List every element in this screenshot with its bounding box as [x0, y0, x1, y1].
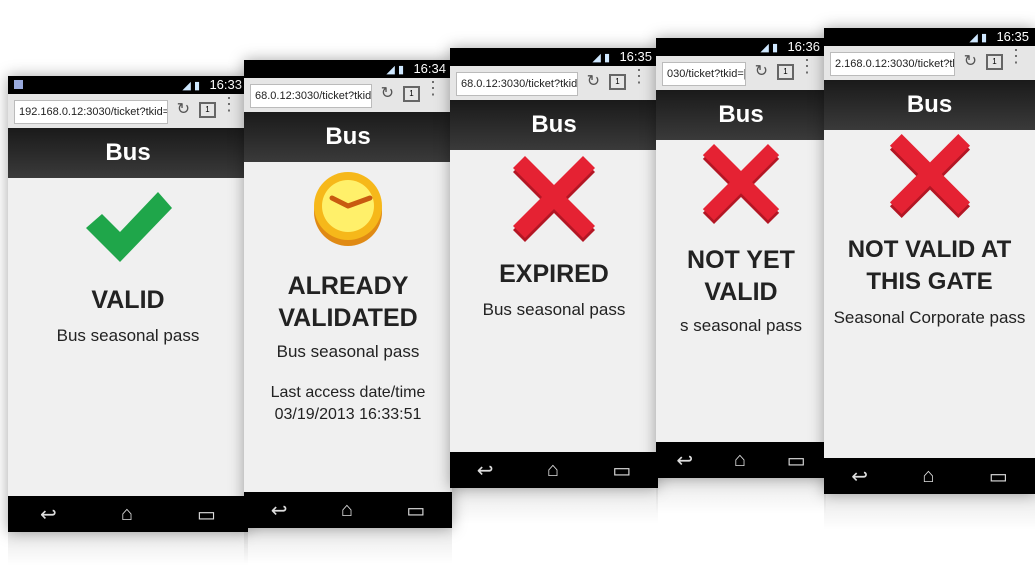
home-icon[interactable]: ⌂: [734, 449, 746, 472]
status-headline: ALREADY VALIDATED: [278, 272, 418, 332]
back-icon[interactable]: ↩: [477, 458, 494, 483]
browser-toolbar: 2.168.0.12:3030/ticket?tkid=§ ↻ 1 ⋮: [824, 46, 1035, 81]
signal-icon: ◢ ▮: [182, 80, 200, 92]
back-icon[interactable]: ↩: [40, 502, 57, 527]
status-time: 16:36: [787, 39, 820, 54]
reflection: [824, 494, 1035, 530]
phone-not-valid-at-gate: ◢ ▮ 16:35 2.168.0.12:3030/ticket?tkid=§ …: [824, 28, 1035, 494]
back-icon[interactable]: ↩: [271, 498, 288, 523]
reload-icon[interactable]: ↻: [381, 83, 394, 103]
status-bar: ◢ ▮ 16:33: [8, 76, 248, 94]
reflection: [244, 528, 452, 564]
last-access-value: 03/19/2013 16:33:51: [274, 406, 422, 423]
status-bar: ◢ ▮ 16:35: [824, 28, 1035, 46]
signal-icon: ◢ ▮: [592, 52, 610, 64]
recent-apps-icon[interactable]: ▭: [787, 448, 806, 473]
reload-icon[interactable]: ↻: [587, 71, 600, 91]
browser-toolbar: 68.0.12:3030/ticket?tkid=[ ↻ 1 ⋮: [450, 66, 658, 101]
status-headline: VALID: [91, 286, 165, 314]
signal-icon: ◢ ▮: [760, 42, 778, 54]
nav-bar: ↩ ⌂ ▭: [8, 496, 248, 532]
nav-bar: ↩ ⌂ ▭: [656, 442, 826, 478]
reload-icon[interactable]: ↻: [964, 51, 977, 71]
overflow-menu-icon[interactable]: ⋮: [220, 95, 238, 113]
clock-icon: [314, 172, 382, 246]
nav-bar: ↩ ⌂ ▭: [450, 452, 658, 488]
url-input[interactable]: 2.168.0.12:3030/ticket?tkid=§: [830, 52, 955, 76]
x-icon: [702, 144, 780, 224]
browser-toolbar: 192.168.0.12:3030/ticket?tkid=[ ↻ 1 ⋮: [8, 94, 248, 129]
status-time: 16:33: [209, 77, 242, 92]
recent-apps-icon[interactable]: ▭: [197, 502, 216, 527]
tabs-icon[interactable]: 1: [403, 86, 420, 102]
home-icon[interactable]: ⌂: [121, 503, 133, 526]
recent-apps-icon[interactable]: ▭: [406, 498, 425, 523]
status-bar: ◢ ▮ 16:36: [656, 38, 826, 56]
reload-icon[interactable]: ↻: [177, 99, 190, 119]
content: ALREADY VALIDATED Bus seasonal pass Last…: [244, 162, 452, 492]
tabs-icon[interactable]: 1: [609, 74, 626, 90]
status-time: 16:34: [413, 61, 446, 76]
home-icon[interactable]: ⌂: [547, 459, 559, 482]
content: VALID Bus seasonal pass: [8, 178, 248, 496]
x-icon: [889, 134, 970, 218]
phone-expired: ◢ ▮ 16:35 68.0.12:3030/ticket?tkid=[ ↻ 1…: [450, 48, 658, 488]
reflection: [656, 478, 826, 514]
phone-valid: ◢ ▮ 16:33 192.168.0.12:3030/ticket?tkid=…: [8, 76, 248, 532]
url-input[interactable]: 68.0.12:3030/ticket?tkid=[: [456, 72, 578, 96]
app-title: Bus: [824, 80, 1035, 130]
reflection: [450, 488, 658, 524]
home-icon[interactable]: ⌂: [922, 465, 934, 488]
home-icon[interactable]: ⌂: [341, 499, 353, 522]
status-headline: EXPIRED: [499, 260, 609, 288]
tabs-icon[interactable]: 1: [986, 54, 1003, 70]
status-headline: NOT YET VALID: [687, 246, 795, 306]
reflection: [8, 532, 248, 566]
status-headline: NOT VALID AT THIS GATE: [847, 236, 1012, 295]
overflow-menu-icon[interactable]: ⋮: [630, 67, 648, 85]
status-time: 16:35: [619, 49, 652, 64]
status-bar: ◢ ▮ 16:34: [244, 60, 452, 78]
url-input[interactable]: 030/ticket?tkid=[: [662, 62, 746, 86]
check-icon: [86, 192, 172, 262]
overflow-menu-icon[interactable]: ⋮: [798, 57, 816, 75]
app-title: Bus: [244, 112, 452, 162]
content: EXPIRED Bus seasonal pass: [450, 150, 658, 452]
recent-apps-icon[interactable]: ▭: [989, 464, 1008, 489]
pass-type: Bus seasonal pass: [276, 342, 420, 361]
status-time: 16:35: [996, 29, 1029, 44]
reload-icon[interactable]: ↻: [755, 61, 768, 81]
pass-type: Bus seasonal pass: [56, 326, 200, 345]
browser-toolbar: 68.0.12:3030/ticket?tkid=[ ↻ 1 ⋮: [244, 78, 452, 113]
app-title: Bus: [450, 100, 658, 150]
nav-bar: ↩ ⌂ ▭: [244, 492, 452, 528]
content: NOT YET VALID s seasonal pass: [656, 140, 826, 442]
browser-toolbar: 030/ticket?tkid=[ ↻ 1 ⋮: [656, 56, 826, 91]
phone-not-yet-valid: ◢ ▮ 16:36 030/ticket?tkid=[ ↻ 1 ⋮ Bus NO…: [656, 38, 826, 478]
pass-type: s seasonal pass: [680, 316, 802, 335]
overflow-menu-icon[interactable]: ⋮: [424, 79, 442, 97]
tabs-icon[interactable]: 1: [777, 64, 794, 80]
last-access-label: Last access date/time: [270, 384, 426, 401]
url-input[interactable]: 68.0.12:3030/ticket?tkid=[: [250, 84, 372, 108]
status-bar: ◢ ▮ 16:35: [450, 48, 658, 66]
content: NOT VALID AT THIS GATE Seasonal Corporat…: [824, 130, 1035, 458]
signal-icon: ◢ ▮: [386, 64, 404, 76]
back-icon[interactable]: ↩: [676, 448, 693, 473]
app-title: Bus: [8, 128, 248, 178]
app-title: Bus: [656, 90, 826, 140]
tabs-icon[interactable]: 1: [199, 102, 216, 118]
overflow-menu-icon[interactable]: ⋮: [1007, 47, 1025, 65]
nav-bar: ↩ ⌂ ▭: [824, 458, 1035, 494]
back-icon[interactable]: ↩: [851, 464, 868, 489]
recent-apps-icon[interactable]: ▭: [612, 458, 631, 483]
notification-icon: [14, 80, 23, 89]
pass-type: Bus seasonal pass: [482, 300, 626, 319]
url-input[interactable]: 192.168.0.12:3030/ticket?tkid=[: [14, 100, 168, 124]
x-icon: [513, 156, 595, 242]
signal-icon: ◢ ▮: [969, 32, 987, 44]
pass-type: Seasonal Corporate pass: [833, 308, 1026, 327]
phone-already-validated: ◢ ▮ 16:34 68.0.12:3030/ticket?tkid=[ ↻ 1…: [244, 60, 452, 528]
